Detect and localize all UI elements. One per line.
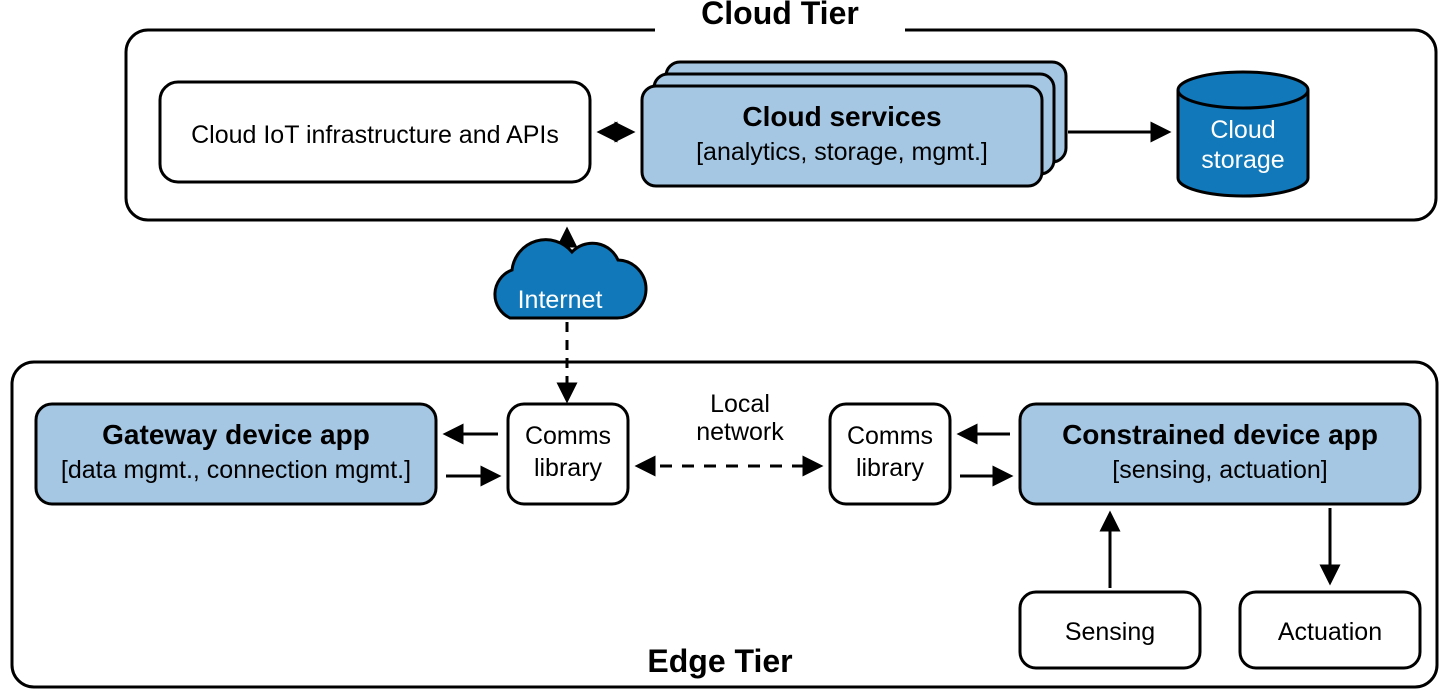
sensing-label: Sensing bbox=[1065, 618, 1155, 646]
cloud-services-title: Cloud services bbox=[742, 101, 941, 132]
comms-left-line2: library bbox=[534, 454, 603, 482]
cloud-infra-label: Cloud IoT infrastructure and APIs bbox=[191, 121, 559, 149]
cloud-storage-line2: storage bbox=[1201, 146, 1284, 174]
comms-right-box: Comms library bbox=[830, 404, 950, 504]
edge-tier: Edge Tier Gateway device app [data mgmt.… bbox=[12, 362, 1437, 687]
svg-text:Cloud Tier: Cloud Tier bbox=[701, 0, 859, 31]
comms-left-box: Comms library bbox=[508, 404, 628, 504]
gateway-title: Gateway device app bbox=[102, 419, 370, 450]
cloud-services-box: Cloud services [analytics, storage, mgmt… bbox=[642, 62, 1066, 186]
cloud-infra-box: Cloud IoT infrastructure and APIs bbox=[160, 82, 590, 182]
constrained-title: Constrained device app bbox=[1062, 419, 1378, 450]
comms-right-line1: Comms bbox=[847, 422, 933, 450]
internet-cloud: Internet bbox=[495, 230, 646, 400]
local-network-line2: network bbox=[696, 418, 784, 446]
architecture-diagram: Cloud Tier Cloud Tier Cloud IoT infrastr… bbox=[0, 0, 1449, 699]
gateway-box: Gateway device app [data mgmt., connecti… bbox=[36, 404, 436, 504]
cloud-tier: Cloud Tier Cloud Tier Cloud IoT infrastr… bbox=[126, 0, 1436, 220]
comms-left-line1: Comms bbox=[525, 422, 611, 450]
constrained-box: Constrained device app [sensing, actuati… bbox=[1020, 404, 1420, 504]
cloud-services-subtitle: [analytics, storage, mgmt.] bbox=[696, 138, 988, 166]
local-network-line1: Local bbox=[710, 390, 770, 418]
cloud-storage-line1: Cloud bbox=[1210, 116, 1275, 144]
sensing-box: Sensing bbox=[1020, 592, 1200, 668]
actuation-label: Actuation bbox=[1278, 618, 1382, 646]
internet-label: Internet bbox=[518, 286, 603, 314]
comms-right-line2: library bbox=[856, 454, 925, 482]
constrained-subtitle: [sensing, actuation] bbox=[1112, 456, 1327, 484]
edge-tier-title: Edge Tier bbox=[647, 643, 792, 679]
gateway-subtitle: [data mgmt., connection mgmt.] bbox=[61, 456, 411, 484]
cloud-storage-cylinder: Cloud storage bbox=[1178, 72, 1308, 196]
actuation-box: Actuation bbox=[1240, 592, 1420, 668]
